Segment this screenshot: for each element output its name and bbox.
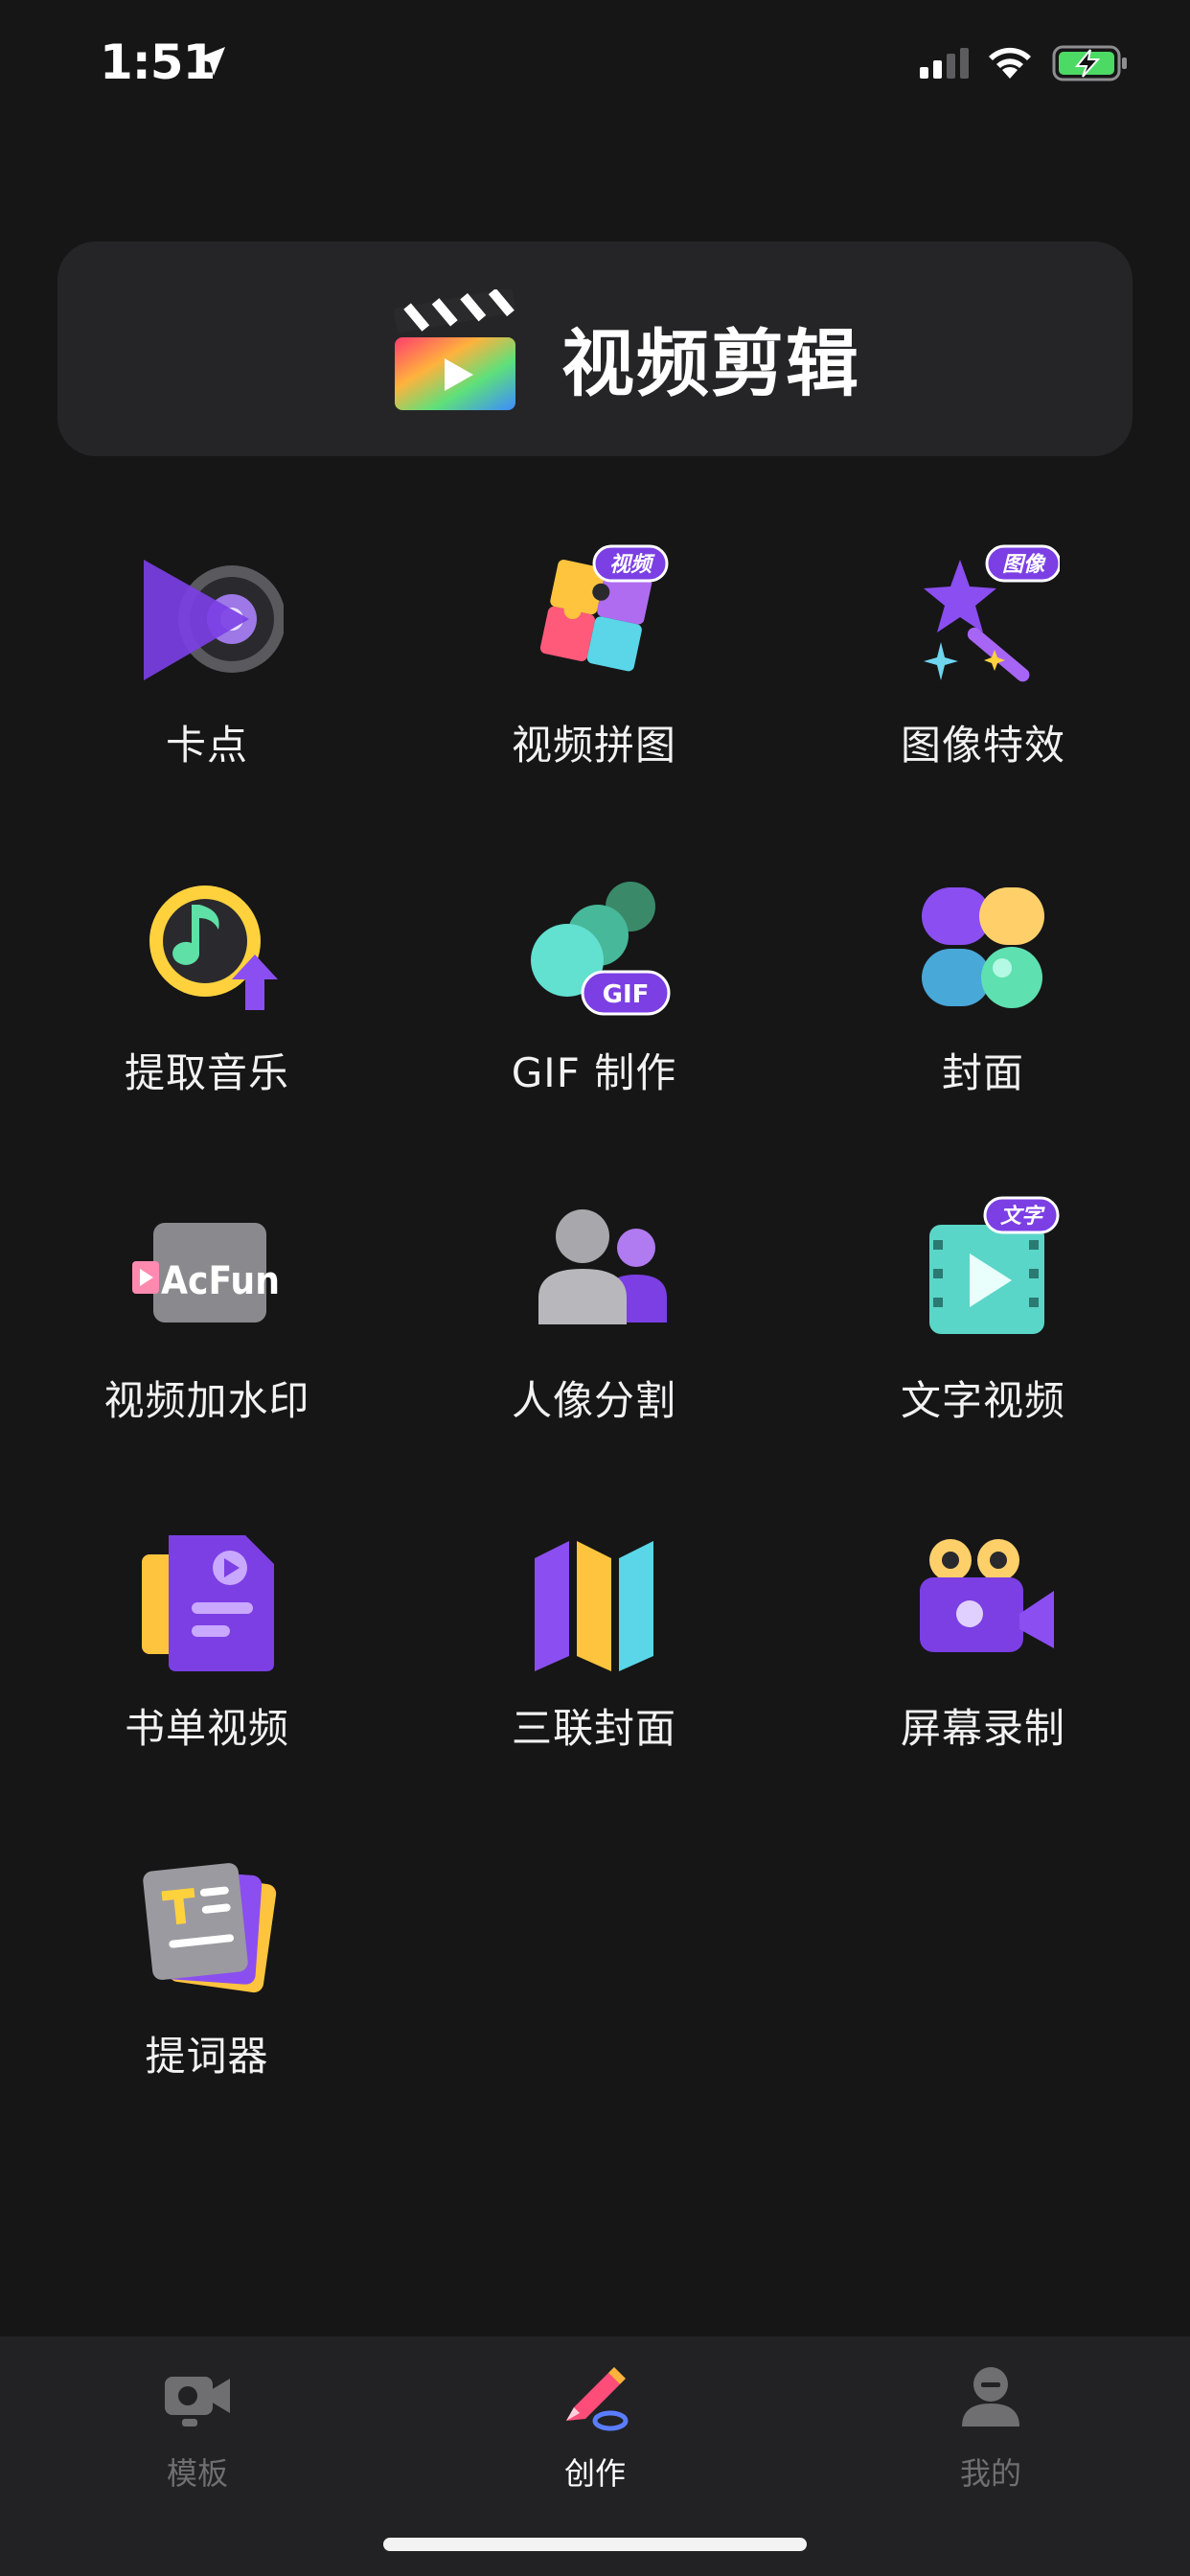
extract-music-icon — [149, 886, 278, 1010]
gif-maker-icon: GIF — [531, 882, 671, 1016]
tool-label: 视频拼图 — [511, 722, 676, 769]
booklist-video-icon — [142, 1535, 274, 1671]
triptych-cover-icon — [535, 1541, 653, 1671]
location-arrow-icon — [196, 47, 225, 76]
template-camera-icon — [165, 2377, 230, 2426]
watermark-icon: AcFun — [132, 1223, 280, 1322]
video-collage-icon: 视频 — [539, 544, 669, 672]
tool-label: GIF 制作 — [511, 1049, 677, 1096]
tool-label: 屏幕录制 — [900, 1705, 1065, 1752]
tool-label: 提取音乐 — [124, 1049, 289, 1096]
tool-label: 提词器 — [145, 2033, 269, 2080]
watermark-text: AcFun — [161, 1259, 280, 1303]
tool-extract-music[interactable]: 提取音乐 — [63, 866, 351, 1154]
tool-label: 图像特效 — [900, 722, 1065, 769]
clapperboard-icon — [394, 289, 516, 410]
tool-video-collage[interactable]: 视频 视频拼图 — [450, 539, 738, 826]
tool-label: 视频加水印 — [103, 1377, 310, 1424]
tool-triptych-cover[interactable]: 三联封面 — [450, 1522, 738, 1809]
tab-create[interactable]: 创作 — [480, 2336, 710, 2499]
collage-badge: 视频 — [609, 553, 655, 577]
beat-sync-icon — [144, 560, 284, 680]
tool-watermark[interactable]: AcFun 视频加水印 — [63, 1194, 351, 1482]
effects-badge: 图像 — [1002, 553, 1046, 577]
text-video-badge: 文字 — [1000, 1204, 1045, 1229]
tab-label: 我的 — [959, 2455, 1021, 2492]
cellular-signal-icon — [920, 48, 969, 79]
battery-charging-icon — [1052, 45, 1127, 81]
tool-text-video[interactable]: 文字 文字视频 — [839, 1194, 1127, 1482]
image-effects-icon: 图像 — [924, 544, 1060, 682]
cover-icon — [922, 887, 1044, 1008]
tool-label: 卡点 — [165, 722, 248, 769]
tool-label: 封面 — [941, 1049, 1024, 1096]
tab-template[interactable]: 模板 — [82, 2336, 312, 2499]
tab-label: 模板 — [166, 2455, 228, 2492]
gif-badge: GIF — [603, 980, 650, 1009]
tool-beat-sync[interactable]: 卡点 — [63, 539, 351, 826]
teleprompter-icon — [143, 1863, 277, 1993]
tab-profile[interactable]: 我的 — [876, 2336, 1106, 2499]
tool-teleprompter[interactable]: 提词器 — [63, 1850, 351, 2137]
tool-portrait-segmentation[interactable]: 人像分割 — [450, 1194, 738, 1482]
tool-cover[interactable]: 封面 — [839, 866, 1127, 1154]
tool-label: 书单视频 — [124, 1705, 289, 1752]
screen-record-icon — [920, 1539, 1054, 1652]
text-video-icon: 文字 — [929, 1196, 1060, 1334]
tool-screen-record[interactable]: 屏幕录制 — [839, 1522, 1127, 1809]
tool-gif-maker[interactable]: GIF GIF 制作 — [450, 866, 738, 1154]
video-edit-card[interactable]: 视频剪辑 — [57, 242, 1133, 456]
home-indicator[interactable] — [383, 2538, 807, 2551]
status-bar: 1:51 — [0, 0, 1190, 125]
video-edit-title: 视频剪辑 — [561, 321, 860, 406]
portrait-segmentation-icon — [538, 1209, 667, 1324]
tool-image-effects[interactable]: 图像 图像特效 — [839, 539, 1127, 826]
profile-icon — [962, 2367, 1019, 2426]
tool-label: 人像分割 — [511, 1377, 676, 1424]
create-pencil-icon — [566, 2367, 629, 2431]
tool-label: 三联封面 — [511, 1705, 676, 1752]
tab-label: 创作 — [563, 2455, 626, 2492]
tool-label: 文字视频 — [900, 1377, 1065, 1424]
tool-booklist-video[interactable]: 书单视频 — [63, 1522, 351, 1809]
wifi-icon — [989, 47, 1031, 79]
